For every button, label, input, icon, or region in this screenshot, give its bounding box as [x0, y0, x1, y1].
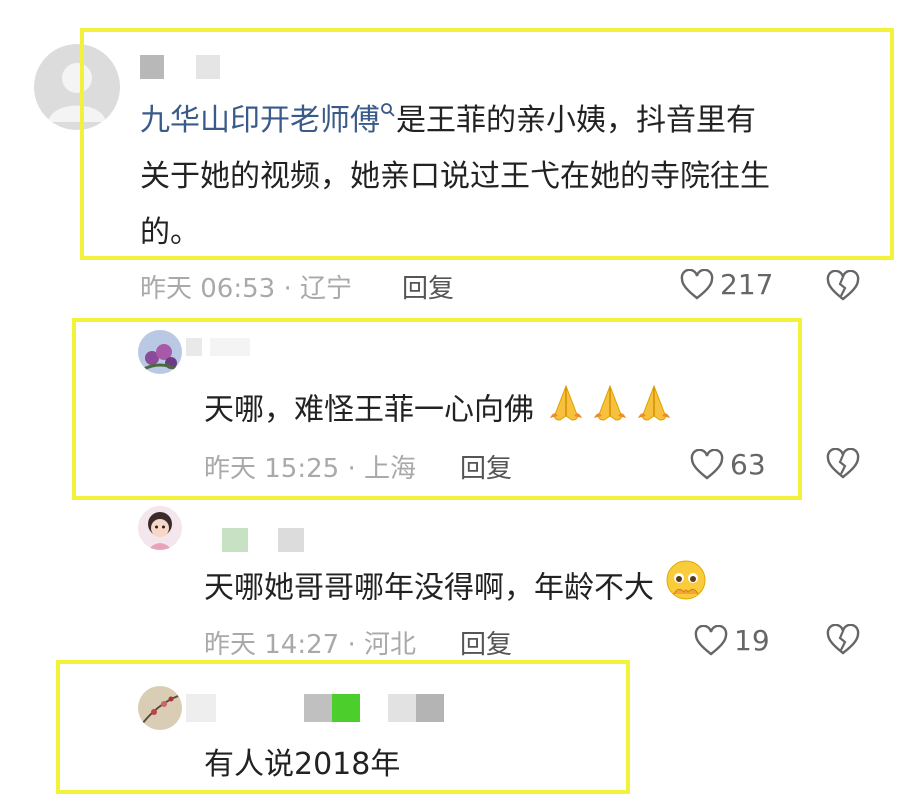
comment-body-line2: 关于她的视频，她亲口说过王弋在她的寺院往生: [140, 159, 770, 194]
avatar-comment-3[interactable]: [138, 506, 182, 550]
heart-icon: [690, 448, 724, 481]
like-count-2: 63: [730, 448, 766, 481]
username-blur-7: [186, 694, 216, 722]
heart-icon: [694, 624, 728, 657]
username-blur-6: [278, 528, 304, 552]
pray-emoji: [544, 382, 588, 440]
comment-meta-2: 昨天 15:25 · 上海: [204, 454, 416, 484]
avatar-comment-4[interactable]: [138, 686, 182, 730]
comment-text-3: 天哪她哥哥哪年没得啊，年龄不大: [204, 558, 708, 620]
comment-text-2: 天哪，难怪王菲一心向佛: [204, 382, 676, 440]
comment-text-4: 有人说2018年: [204, 747, 401, 782]
username-blur-8: [304, 694, 332, 722]
username-blur-11: [416, 694, 444, 722]
comment-meta-1: 昨天 06:53 · 辽宁: [140, 274, 352, 304]
pray-emoji: [588, 382, 632, 440]
search-icon[interactable]: [380, 102, 396, 118]
reply-button-3[interactable]: 回复: [460, 624, 512, 661]
username-blur-5: [222, 528, 248, 552]
like-count-1: 217: [720, 268, 774, 301]
username-blur-9: [332, 694, 360, 722]
comment-body-line1: 是王菲的亲小姨，抖音里有: [396, 103, 756, 138]
comment-body-line3: 的。: [140, 215, 200, 250]
username-blur-4: [210, 338, 250, 356]
like-count-3: 19: [734, 624, 770, 657]
comment-meta-3: 昨天 14:27 · 河北: [204, 630, 416, 660]
broken-heart-icon[interactable]: [826, 448, 860, 480]
avatar-comment-2[interactable]: [138, 330, 182, 374]
like-button-1[interactable]: 217: [680, 268, 773, 301]
reply-button-2[interactable]: 回复: [460, 448, 512, 485]
pray-emoji: [632, 382, 676, 440]
broken-heart-icon[interactable]: [826, 270, 860, 302]
username-blur-3: [186, 338, 202, 356]
pleading-emoji: [664, 558, 708, 620]
mention-link[interactable]: 九华山印开老师傅: [140, 103, 380, 138]
username-blur-10: [388, 694, 416, 722]
reply-button-1[interactable]: 回复: [402, 268, 454, 305]
like-button-2[interactable]: 63: [690, 448, 766, 481]
like-button-3[interactable]: 19: [694, 624, 770, 657]
comment-text-1: 九华山印开老师傅 是王菲的亲小姨，抖音里有: [140, 94, 756, 148]
heart-icon: [680, 268, 714, 301]
broken-heart-icon[interactable]: [826, 624, 860, 656]
